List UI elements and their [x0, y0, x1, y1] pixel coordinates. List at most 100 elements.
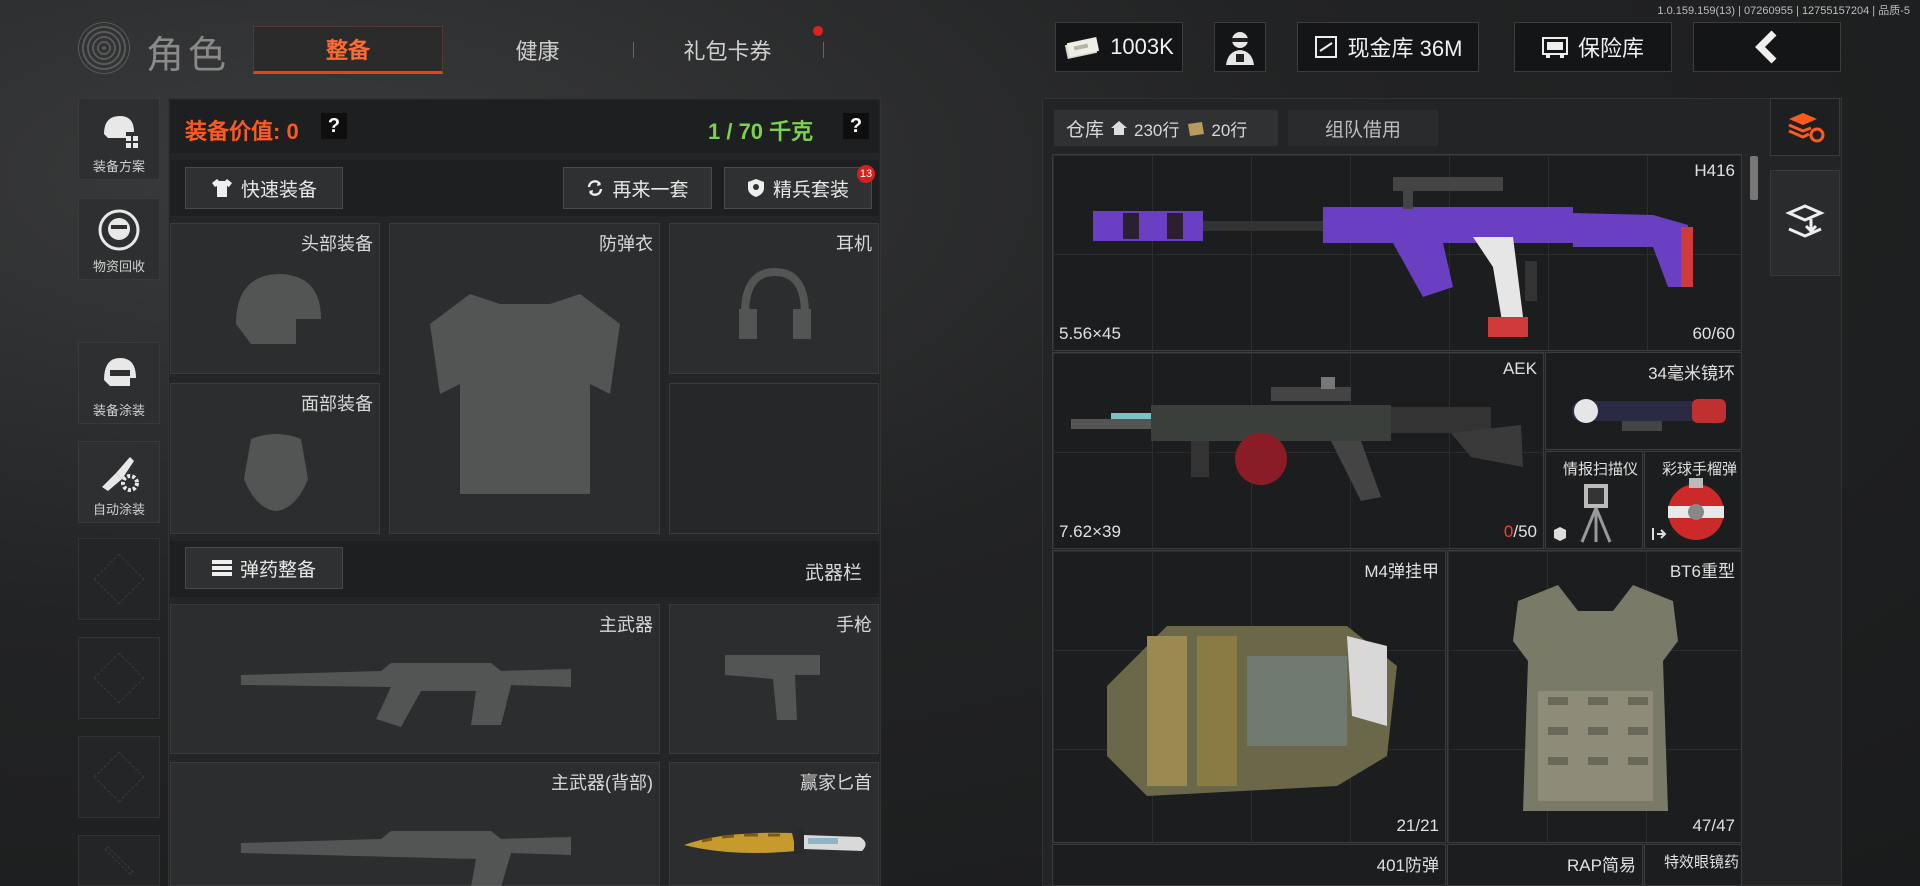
- item-caliber: 7.62×39: [1059, 522, 1121, 541]
- tab-gift-coupons[interactable]: 礼包卡券: [650, 26, 805, 74]
- item-name: RAP简易: [1567, 856, 1636, 875]
- rifle-back-silhouette-icon: [241, 831, 571, 886]
- tab-label: 整备: [325, 38, 370, 63]
- rifle-silhouette-icon: [241, 663, 571, 727]
- vault-tab-label: 仓库: [1066, 119, 1105, 141]
- back-button[interactable]: [1693, 22, 1841, 72]
- sidebar-auto-paint[interactable]: 自动涂装: [78, 441, 160, 523]
- refresh-icon: [588, 180, 603, 196]
- face-slot[interactable]: 面部装备: [170, 383, 380, 534]
- vault-tab-team-borrow[interactable]: 组队借用: [1288, 110, 1438, 146]
- vault-item-special-medicine[interactable]: 特效眼镜药: [1644, 844, 1742, 886]
- slot-label: 头部装备: [301, 234, 373, 254]
- item-name: AEK: [1502, 359, 1537, 378]
- ammo-rows-icon: [211, 560, 232, 576]
- stack-refresh-icon: [1788, 113, 1825, 143]
- quick-equip-button[interactable]: 快速装备: [185, 167, 343, 209]
- pistol-silhouette-icon: [725, 655, 820, 720]
- armor-slot[interactable]: 防弹衣: [389, 223, 660, 534]
- sidebar-label: 装备涂装: [92, 403, 145, 418]
- item-name: H416: [1694, 161, 1735, 180]
- vault-item-rap-simple[interactable]: RAP简易: [1447, 844, 1643, 886]
- helmet-grid-icon: [104, 116, 138, 148]
- item-name: 401防弹: [1376, 856, 1439, 875]
- stash-layers-button[interactable]: [1770, 170, 1840, 276]
- vault-item-m4-vest[interactable]: M4弹挂甲 21/21: [1052, 550, 1446, 843]
- random-again-button[interactable]: 再来一套: [563, 167, 712, 209]
- item-name: 情报扫描仪: [1562, 461, 1638, 478]
- version-info: 1.0.159.159(13) | 07260955 | 12755157204…: [1657, 5, 1910, 17]
- page-title: 角色: [146, 35, 231, 77]
- shirt-icon: [211, 179, 232, 197]
- bt6-armor-image: [1513, 585, 1678, 811]
- slot-label: 主武器(背部): [551, 773, 653, 793]
- sidebar-equipment-skins[interactable]: 装备涂装: [78, 342, 160, 424]
- item-name: 特效眼镜药: [1663, 854, 1739, 871]
- item-caliber: 5.56×45: [1059, 324, 1121, 343]
- value-help-button[interactable]: ?: [321, 113, 347, 139]
- vest-silhouette-icon: [430, 294, 620, 494]
- carry-weight: 1 / 70 千克: [708, 119, 814, 144]
- vault-item-bt6-heavy[interactable]: BT6重型 47/47: [1447, 550, 1742, 843]
- sort-vault-button[interactable]: [1770, 98, 1840, 156]
- m4-vest-image: [1107, 626, 1397, 796]
- sidebar-loadout-plans[interactable]: 装备方案: [78, 98, 160, 180]
- bag-icon: [1188, 122, 1205, 136]
- currency-amount: 1003K: [1110, 34, 1174, 59]
- exit-icon: [1652, 528, 1667, 540]
- item-name: BT6重型: [1669, 562, 1735, 581]
- elite-set-badge: 13: [857, 165, 875, 183]
- sidebar-empty-slot: [78, 736, 160, 818]
- cash-vault-button[interactable]: 现金库 36M: [1297, 22, 1479, 72]
- weapon-bar-label: 武器栏: [805, 563, 863, 584]
- head-slot[interactable]: 头部装备: [170, 223, 380, 374]
- primary-weapon-slot[interactable]: 主武器: [170, 604, 660, 754]
- vault-item-intel-scanner[interactable]: 情报扫描仪: [1545, 451, 1643, 549]
- item-name: M4弹挂甲: [1364, 562, 1439, 581]
- agent-profile-button[interactable]: [1214, 22, 1266, 72]
- vault-item-401-armor[interactable]: 401防弹: [1052, 844, 1446, 886]
- currency-display[interactable]: 1003K: [1055, 22, 1183, 72]
- item-count: 60/60: [1692, 324, 1735, 343]
- item-count: 21/21: [1396, 816, 1439, 835]
- item-count: 0/50: [1504, 522, 1537, 542]
- sidebar-label: 自动涂装: [92, 502, 145, 517]
- ammo-sort-button[interactable]: 弹药整备: [185, 547, 343, 589]
- vault-item-paintball-grenade[interactable]: 彩球手榴弹: [1644, 451, 1742, 549]
- cash-vault-label: 现金库 36M: [1347, 36, 1463, 61]
- scanner-image: [1580, 484, 1612, 543]
- item-count-current: 0: [1503, 522, 1514, 541]
- slot-label: 主武器: [599, 615, 653, 635]
- vault-item-h416[interactable]: H416 5.56×45 60/60: [1052, 154, 1742, 351]
- grenade-image: [1668, 478, 1724, 540]
- layers-download-icon: [1785, 204, 1825, 238]
- primary-weapon-back-slot[interactable]: 主武器(背部): [170, 762, 660, 886]
- vault-home-rows: 230行: [1134, 120, 1180, 140]
- weight-help-button[interactable]: ?: [843, 113, 869, 139]
- item-count-total: /50: [1513, 522, 1537, 541]
- empty-equipment-slot: [669, 383, 879, 534]
- safe-box-label: 保险库: [1577, 36, 1644, 61]
- pistol-slot[interactable]: 手枪: [669, 604, 879, 754]
- knife-slot[interactable]: 赢家匕首: [669, 762, 879, 886]
- slot-label: 防弹衣: [599, 234, 653, 254]
- vault-item-scope-ring[interactable]: 34毫米镜环: [1545, 352, 1742, 450]
- tab-health[interactable]: 健康: [460, 26, 615, 74]
- vault-item-aek[interactable]: AEK 7.62×39 0/50: [1052, 352, 1544, 549]
- elite-set-button[interactable]: 精兵套装: [724, 167, 872, 209]
- safe-box-button[interactable]: 保险库: [1514, 22, 1672, 72]
- mask-silhouette-icon: [244, 434, 308, 511]
- winner-dagger-icon: [684, 829, 866, 855]
- character-logo-icon: [78, 22, 130, 74]
- sidebar-label: 物资回收: [92, 259, 145, 274]
- headset-slot[interactable]: 耳机: [669, 223, 879, 374]
- tab-divider: [823, 42, 824, 58]
- vault-tab-warehouse[interactable]: 仓库 230行 20行: [1054, 110, 1278, 146]
- sidebar-recycle[interactable]: 物资回收: [78, 198, 160, 280]
- sidebar-empty-slot: [78, 538, 160, 620]
- sidebar-label: 装备方案: [92, 159, 145, 174]
- vault-scrollbar[interactable]: [1750, 156, 1758, 200]
- tab-loadout[interactable]: 整备: [253, 26, 443, 74]
- box-icon: [1554, 527, 1566, 541]
- helmet-paint-icon: [104, 358, 136, 386]
